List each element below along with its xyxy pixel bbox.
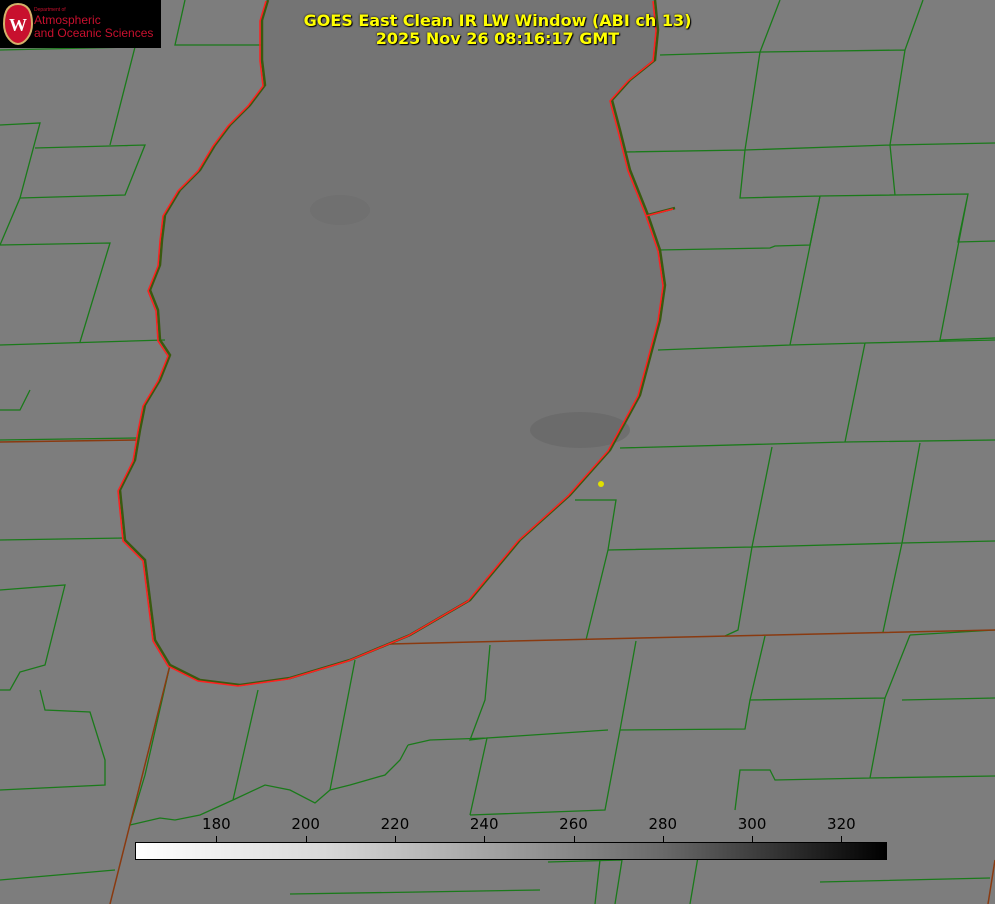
colorbar-tick-label: 200 xyxy=(291,815,320,833)
colorbar xyxy=(135,842,887,860)
colorbar-tick-label: 180 xyxy=(202,815,231,833)
colorbar-tick-mark xyxy=(394,836,396,842)
colorbar-tick-label: 320 xyxy=(827,815,856,833)
colorbar-tick-label: 240 xyxy=(469,815,499,833)
colorbar-tick-mark xyxy=(573,836,575,842)
colorbar-tick-mark xyxy=(484,836,486,842)
colorbar-tick-label: 260 xyxy=(559,815,588,833)
image-title: GOES East Clean IR LW Window (ABI ch 13) xyxy=(303,11,692,30)
image-timestamp: 2025 Nov 26 08:16:17 GMT xyxy=(375,29,620,48)
colorbar-tick-mark xyxy=(752,836,754,842)
colorbar-tick-mark xyxy=(216,836,218,842)
colorbar-tick-label: 280 xyxy=(648,815,678,833)
colorbar-tick-mark xyxy=(662,836,664,842)
colorbar-tick-mark xyxy=(305,836,307,842)
location-marker xyxy=(598,481,604,487)
colorbar-tick-label: 220 xyxy=(380,815,410,833)
satellite-map xyxy=(0,0,995,904)
colorbar-tick-label: 300 xyxy=(737,815,767,833)
colorbar-tick-mark xyxy=(841,836,843,842)
